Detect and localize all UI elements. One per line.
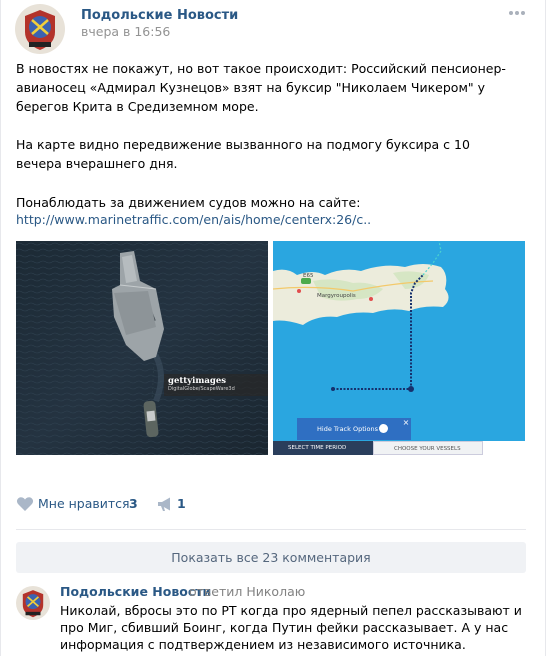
tab-label: CHOOSE YOUR VESSELS — [394, 446, 461, 452]
watermark-text: gettyimages — [168, 376, 227, 386]
tab-select-time-period[interactable]: SELECT TIME PERIOD — [273, 441, 373, 455]
map-road-label: E65 — [303, 273, 314, 279]
comment-reply-to[interactable]: ответил Николаю — [189, 584, 305, 599]
watermark-subtext: DigitalGlobe/ScapeWare3d — [168, 386, 235, 392]
community-avatar[interactable] — [15, 4, 65, 54]
map-photo[interactable]: E65 Margyroupolis Hide Track Options × S… — [273, 241, 525, 455]
divider — [16, 529, 526, 530]
chevron-down-icon — [379, 424, 388, 433]
post-text-paragraph: На карте видно передвижение вызванного н… — [16, 137, 470, 171]
post-link[interactable]: http://www.marinetraffic.com/en/ais/home… — [16, 212, 371, 227]
tab-label: SELECT TIME PERIOD — [288, 445, 347, 451]
post-date[interactable]: вчера в 16:56 — [81, 24, 170, 39]
getty-watermark: gettyimages DigitalGlobe/ScapeWare3d — [164, 374, 268, 396]
post-author[interactable]: Подольские Новости — [81, 8, 238, 23]
wall-post: Подольские Новости вчера в 16:56 В новос… — [0, 0, 546, 656]
megaphone-icon — [158, 497, 170, 511]
map-tab-bar: SELECT TIME PERIOD CHOOSE YOUR VESSELS — [273, 441, 525, 455]
carrier-photo[interactable]: gettyimages DigitalGlobe/ScapeWare3d — [16, 241, 268, 455]
heart-icon — [16, 497, 34, 511]
hide-track-options-button[interactable]: Hide Track Options — [297, 418, 411, 440]
like-button[interactable]: Мне нравится 3 — [16, 495, 146, 513]
ellipsis-icon[interactable] — [506, 3, 528, 23]
comment-avatar[interactable] — [16, 586, 50, 620]
like-label: Мне нравится — [38, 496, 130, 511]
post-text-paragraph: В новостях не покажут, но вот такое прои… — [16, 61, 506, 114]
share-button[interactable]: 1 — [157, 495, 197, 513]
share-count: 1 — [177, 496, 186, 511]
close-icon[interactable]: × — [401, 418, 411, 428]
post-text-paragraph: Понаблюдать за движением судов можно на … — [16, 195, 361, 210]
hide-track-options-label: Hide Track Options — [317, 425, 379, 433]
tab-choose-vessels[interactable]: CHOOSE YOUR VESSELS — [373, 441, 483, 455]
map-place-label: Margyroupolis — [317, 293, 356, 299]
like-count: 3 — [129, 496, 138, 511]
show-all-comments-button[interactable]: Показать все 23 комментария — [16, 542, 526, 573]
comment-text: Николай, вбросы это по РТ когда про ядер… — [60, 603, 522, 652]
